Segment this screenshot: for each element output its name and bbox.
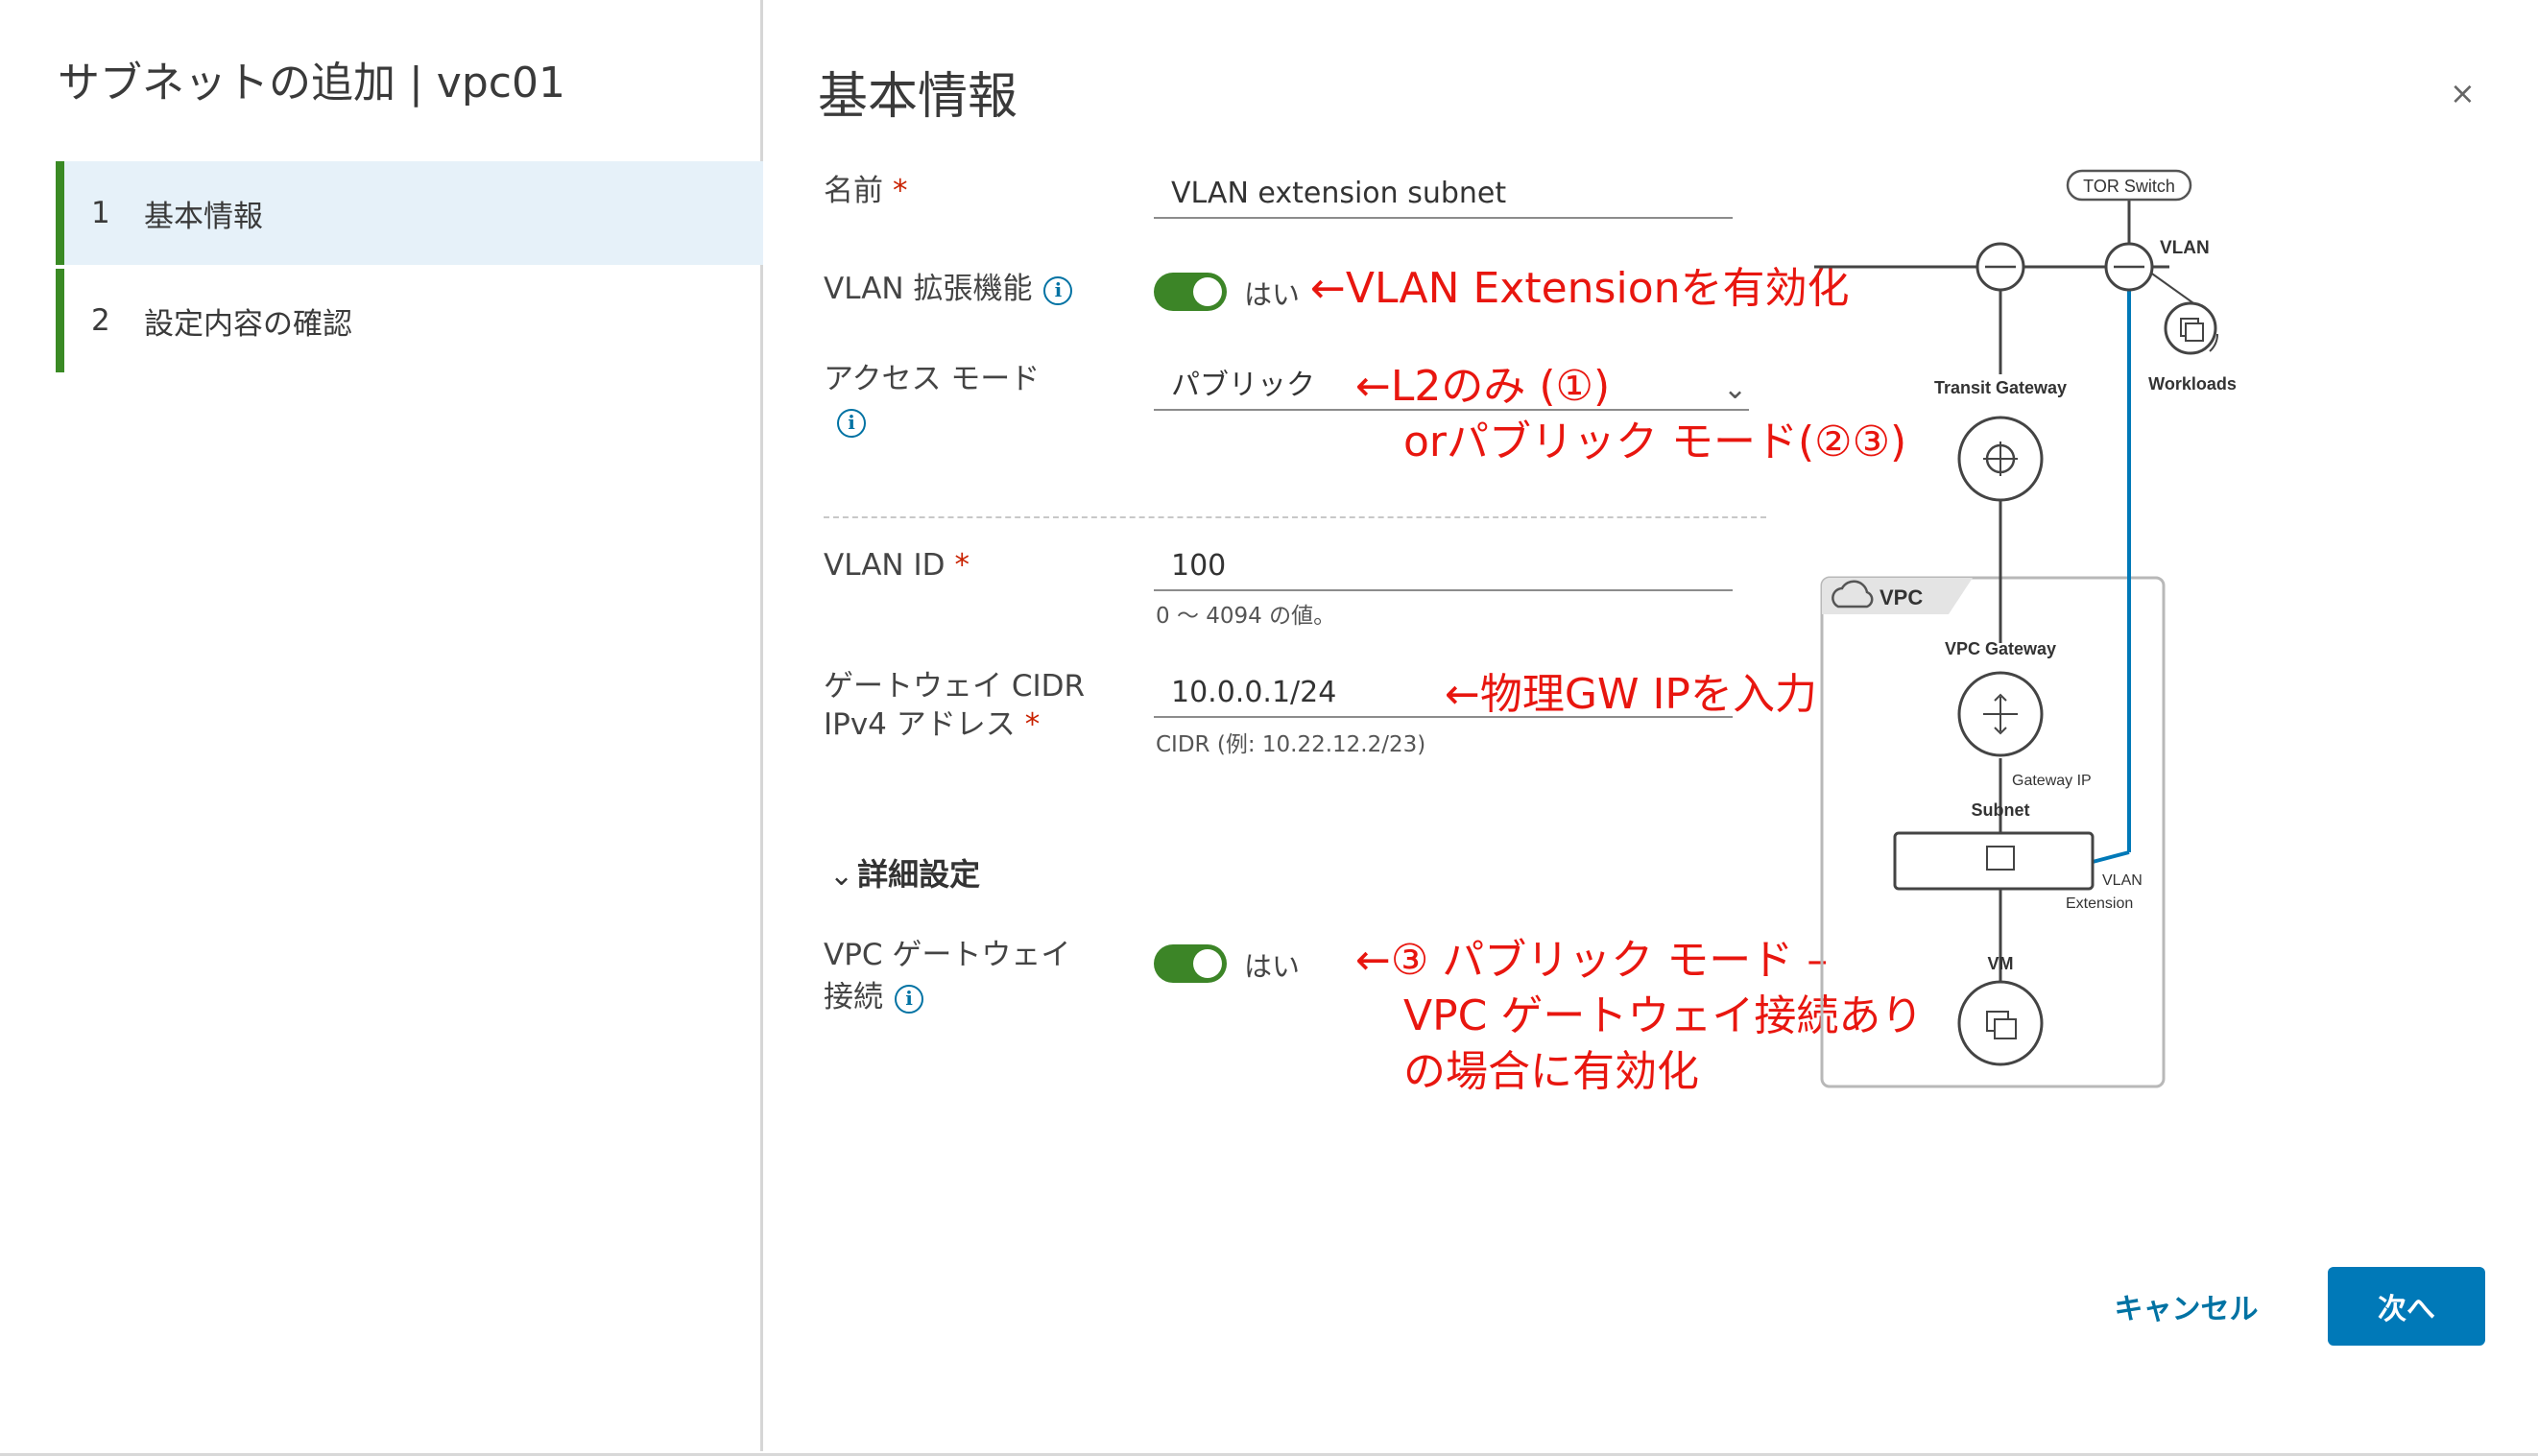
workloads-label: Workloads — [2148, 374, 2237, 394]
name-label: 名前 * — [824, 174, 908, 208]
step-label: 基本情報 — [144, 199, 263, 234]
vlan-id-input[interactable]: 100 — [1154, 545, 1733, 591]
required-mark: * — [1024, 707, 1041, 742]
vlan-extension-toggle[interactable] — [1154, 273, 1227, 311]
vpc-gateway-toggle-label: はい — [1244, 950, 1301, 983]
vlan-extension-toggle-label: はい — [1244, 278, 1301, 311]
subnet-box — [1893, 831, 2095, 891]
info-icon[interactable]: i — [1043, 275, 1073, 305]
advanced-settings-toggle[interactable]: ⌄ 詳細設定 — [829, 850, 980, 895]
vlan-label: VLAN — [2160, 238, 2210, 258]
wizard-sidebar: サブネットの追加 | vpc01 1 基本情報 2 設定内容の確認 — [0, 0, 763, 1451]
transit-gateway-label: Transit Gateway — [1934, 378, 2067, 397]
topology-diagram: VPC TOR Switch VLAN Workloads Transit Ga… — [1814, 169, 2237, 1088]
annotation-vlan-extension: ←VLAN Extensionを有効化 — [1310, 264, 1850, 313]
wizard-step-review[interactable]: 2 設定内容の確認 — [56, 269, 763, 372]
vpc-gateway-label-line1: VPC ゲートウェイ — [824, 938, 1071, 972]
chevron-down-icon[interactable]: ⌄ — [1723, 372, 1747, 406]
annotation-vpc-gateway-1: ←③ パブリック モード – — [1355, 936, 1829, 985]
vlan-id-hint: 0 〜 4094 の値。 — [1156, 604, 1336, 629]
page-title: 基本情報 — [818, 68, 1018, 126]
vlan-extension-diagram-label-1: VLAN — [2102, 872, 2143, 889]
step-number: 2 — [91, 303, 110, 338]
cancel-button[interactable]: キャンセル — [2102, 1267, 2270, 1346]
wizard-step-basic-info[interactable]: 1 基本情報 — [56, 161, 763, 265]
vm-label: VM — [1988, 954, 2014, 973]
chevron-down-icon: ⌄ — [829, 859, 854, 893]
annotation-vpc-gateway-3: の場合に有効化 — [1403, 1047, 1699, 1096]
wizard-title: サブネットの追加 | vpc01 — [58, 59, 565, 107]
step-number: 1 — [91, 196, 110, 230]
access-mode-label: アクセス モード — [824, 362, 1041, 396]
gateway-ip-label: Gateway IP — [2012, 773, 2092, 789]
gateway-cidr-label-line2: IPv4 アドレス * — [824, 707, 1041, 742]
vlan-extension-diagram-label-2: Extension — [2066, 895, 2133, 912]
gateway-cidr-hint: CIDR (例: 10.22.12.2/23) — [1156, 732, 1426, 757]
info-icon[interactable]: i — [837, 409, 866, 438]
gateway-cidr-label-line1: ゲートウェイ CIDR — [824, 669, 1086, 704]
required-mark: * — [893, 174, 908, 208]
vpc-gateway-label-line2: 接続 i — [824, 977, 923, 1017]
vlan-id-label: VLAN ID * — [824, 548, 970, 583]
info-icon[interactable]: i — [895, 984, 923, 1014]
add-subnet-dialog: サブネットの追加 | vpc01 1 基本情報 2 設定内容の確認 基本情報 ×… — [0, 0, 2538, 1456]
close-icon[interactable]: × — [2450, 75, 2476, 111]
name-input[interactable]: VLAN extension subnet — [1154, 173, 1733, 219]
annotation-access-mode-1: ←L2のみ (①) — [1355, 362, 1611, 411]
vpc-gateway-toggle[interactable] — [1154, 944, 1227, 983]
annotation-gateway: ←物理GW IPを入力 — [1445, 670, 1817, 719]
vpc-gateway-label: VPC Gateway — [1945, 639, 2056, 658]
step-label: 設定内容の確認 — [144, 306, 352, 342]
vpc-label: VPC — [1880, 585, 1923, 609]
tor-switch-label: TOR Switch — [2083, 177, 2175, 196]
required-mark: * — [954, 548, 970, 583]
subnet-label: Subnet — [1972, 800, 2030, 820]
vlan-extension-label: VLAN 拡張機能 i — [824, 269, 1073, 309]
section-divider — [824, 516, 1766, 518]
next-button[interactable]: 次へ — [2328, 1267, 2485, 1346]
